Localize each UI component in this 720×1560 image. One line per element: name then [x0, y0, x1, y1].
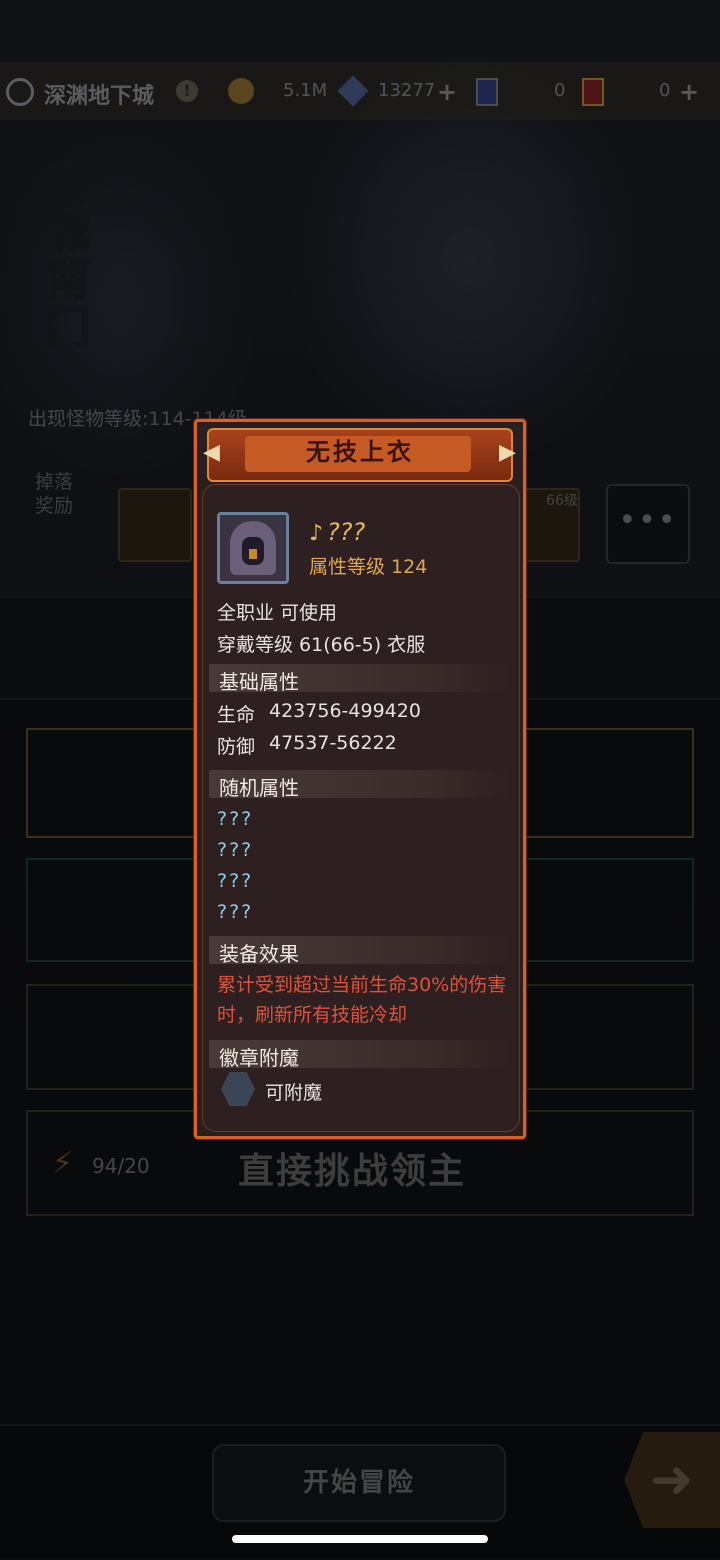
beak-shape	[249, 549, 257, 559]
random-attribute: ???	[217, 901, 254, 923]
random-attribute: ???	[217, 839, 254, 861]
item-armor-icon	[217, 512, 289, 584]
item-name: ???	[327, 518, 366, 546]
badge-enchant-status: 可附魔	[265, 1082, 323, 1104]
equipment-effect-header: 装备效果	[209, 936, 513, 966]
base-attributes-header: 基础属性	[209, 664, 513, 694]
equipment-effect-text: 累计受到超过当前生命30%的伤害时，刷新所有技能冷却	[217, 974, 507, 1026]
defense-label: 防御	[217, 736, 256, 758]
wear-level: 穿戴等级 61(66-5) 衣服	[217, 634, 426, 656]
badge-enchant-header: 徽章附魔	[209, 1040, 513, 1070]
home-indicator[interactable]	[232, 1535, 488, 1543]
hp-label: 生命	[217, 704, 256, 726]
item-detail-popup: ◀ ▶ 无技上衣 ♪??? 属性等级 124 全职业 可使用 穿戴等级 61(6…	[194, 419, 526, 1139]
item-name-row: ♪???	[309, 518, 365, 546]
item-title: 无技上衣	[306, 438, 414, 466]
random-attribute: ???	[217, 808, 254, 830]
class-requirement: 全职业 可使用	[217, 602, 338, 624]
attribute-level: 属性等级 124	[309, 556, 428, 578]
random-attributes-header: 随机属性	[209, 770, 513, 800]
hp-value: 423756-499420	[269, 700, 421, 722]
defense-value: 47537-56222	[269, 732, 397, 754]
quality-mark-icon: ♪	[309, 521, 324, 546]
random-attribute: ???	[217, 870, 254, 892]
